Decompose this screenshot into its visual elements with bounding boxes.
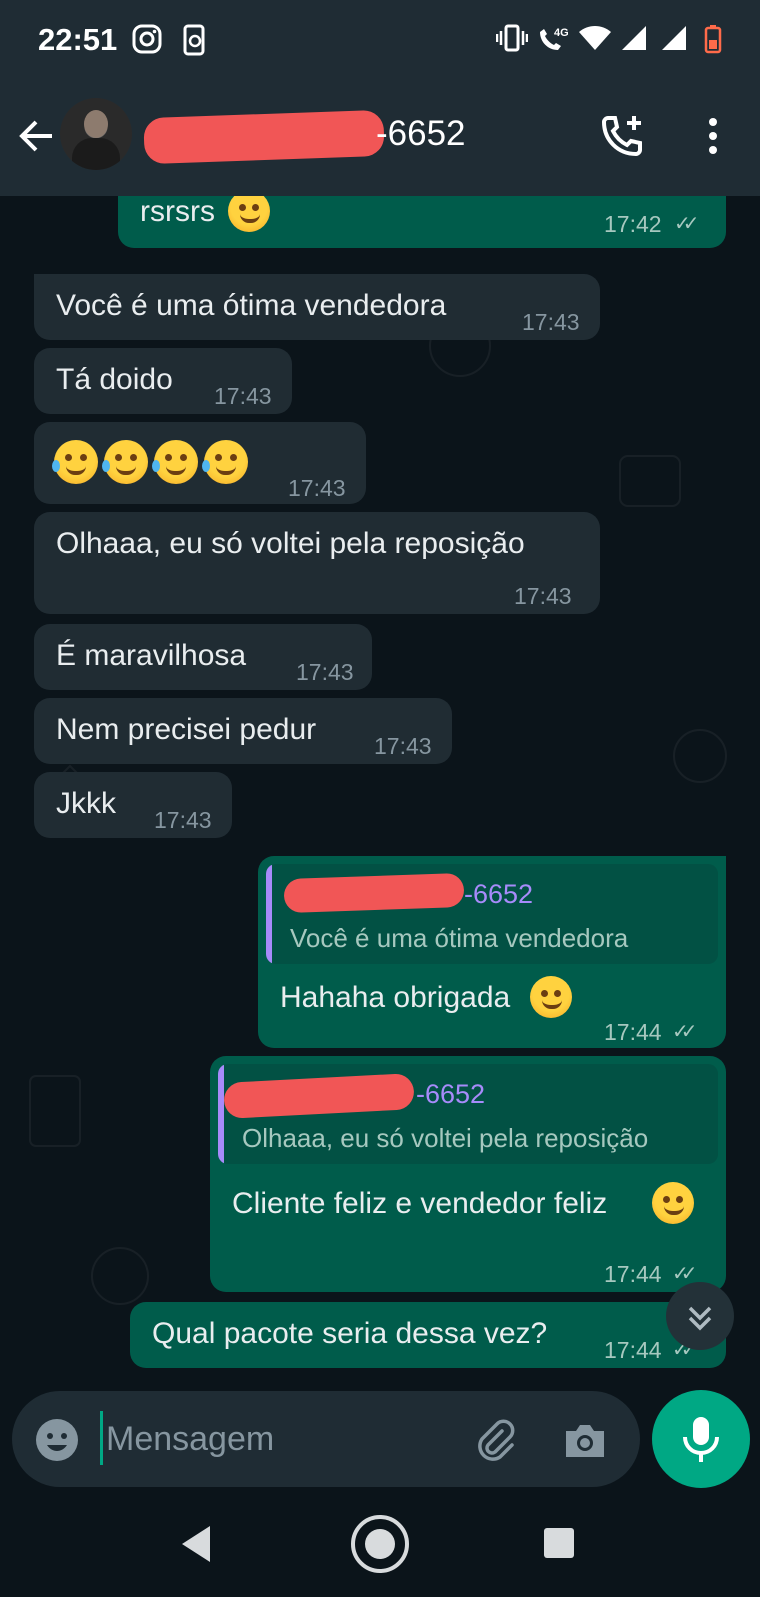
message-text: É maravilhosa — [56, 639, 247, 672]
message-bubble-incoming[interactable]: Olhaaa, eu só voltei pela reposição 17:4… — [34, 512, 600, 614]
instagram-icon — [132, 24, 162, 54]
message-time: 17:43 — [288, 475, 346, 501]
chat-header: -6652 — [0, 84, 760, 196]
battery-low-icon — [704, 25, 722, 54]
message-bubble-incoming[interactable]: Tá doido 17:43 — [34, 348, 292, 414]
quoted-sender: -6652 — [464, 879, 534, 909]
quoted-message[interactable]: -6652 Olhaaa, eu só voltei pela reposiçã… — [218, 1064, 718, 1164]
contact-name[interactable]: -6652 — [376, 114, 466, 154]
message-text: Cliente feliz e vendedor feliz — [232, 1187, 608, 1220]
message-time: 17:44 — [604, 1337, 662, 1363]
laughing-tears-emoji-icon — [102, 440, 148, 484]
read-ticks-icon: ✓✓ — [672, 1021, 697, 1043]
double-chevron-down-icon — [688, 1306, 712, 1331]
message-time: 17:44 — [604, 1261, 662, 1287]
voice-message-button[interactable] — [652, 1390, 750, 1488]
emoji-icon[interactable] — [34, 1417, 80, 1463]
message-input[interactable] — [106, 1411, 446, 1467]
message-composer — [12, 1391, 640, 1487]
message-text: Tá doido — [56, 363, 173, 396]
laughing-tears-emoji-icon — [52, 440, 98, 484]
redacted-name — [283, 872, 465, 914]
quoted-text: Olhaaa, eu só voltei pela reposição — [242, 1123, 649, 1153]
message-time: 17:43 — [522, 309, 580, 335]
microphone-icon — [683, 1417, 719, 1462]
message-bubble-incoming[interactable]: É maravilhosa 17:43 — [34, 624, 372, 690]
signal-icon — [622, 26, 646, 50]
quoted-sender: -6652 — [416, 1079, 486, 1109]
message-time: 17:43 — [214, 383, 272, 409]
message-bubble-outgoing[interactable]: -6652 Olhaaa, eu só voltei pela reposiçã… — [210, 1056, 726, 1292]
read-ticks-icon: ✓✓ — [674, 213, 699, 235]
system-navigation-bar — [0, 1490, 760, 1597]
message-bubble-incoming[interactable]: Você é uma ótima vendedora 17:43 — [34, 274, 600, 340]
vibrate-icon — [496, 24, 528, 52]
attach-icon[interactable] — [472, 1417, 518, 1463]
message-bubble-incoming[interactable]: 17:43 — [34, 422, 366, 504]
avatar[interactable] — [60, 98, 132, 170]
message-bubble-incoming[interactable]: Nem precisei pedur 17:43 — [34, 698, 452, 764]
message-text: Qual pacote seria dessa vez? — [152, 1317, 548, 1350]
message-bubble-outgoing[interactable]: rsrsrs 17:42 ✓✓ — [118, 196, 726, 248]
chat-area[interactable]: rsrsrs 17:42 ✓✓ Você é uma ótima vendedo… — [0, 196, 760, 1386]
nav-home-icon[interactable] — [348, 1512, 412, 1576]
message-time: 17:43 — [374, 733, 432, 759]
add-call-icon[interactable] — [600, 112, 648, 160]
message-time: 17:43 — [514, 583, 572, 609]
nav-recents-icon[interactable] — [542, 1526, 576, 1560]
message-text: Hahaha obrigada — [280, 981, 511, 1014]
message-text: rsrsrs — [140, 196, 215, 228]
status-time: 22:51 — [38, 22, 118, 57]
phone-sync-icon — [183, 24, 205, 56]
more-options-icon[interactable] — [700, 112, 726, 160]
signal-icon — [662, 26, 686, 50]
message-text: Olhaaa, eu só voltei pela reposição — [56, 527, 525, 560]
message-bubble-incoming[interactable]: Jkkk 17:43 — [34, 772, 232, 838]
quoted-text: Você é uma ótima vendedora — [290, 923, 629, 953]
text-caret — [100, 1411, 103, 1465]
svg-text:4G: 4G — [554, 27, 569, 39]
laughing-tears-emoji-icon — [202, 440, 248, 484]
smirking-face-emoji-icon — [530, 976, 572, 1018]
laughing-tears-emoji-icon — [152, 440, 198, 484]
status-bar: 22:51 4G — [0, 0, 760, 84]
message-time: 17:43 — [296, 659, 354, 685]
grinning-face-emoji-icon — [652, 1182, 694, 1224]
redacted-name — [223, 1073, 415, 1119]
wifi-icon — [579, 26, 611, 50]
volte-4g-icon: 4G — [540, 27, 569, 50]
message-text: Você é uma ótima vendedora — [56, 289, 447, 322]
quoted-message[interactable]: -6652 Você é uma ótima vendedora — [266, 864, 718, 964]
upside-down-face-emoji-icon — [228, 196, 270, 232]
message-time: 17:44 — [604, 1019, 662, 1045]
scroll-to-bottom-button[interactable] — [666, 1282, 734, 1350]
message-text: Nem precisei pedur — [56, 713, 317, 746]
message-time: 17:42 — [604, 211, 662, 237]
back-arrow-icon[interactable] — [14, 114, 58, 158]
nav-back-icon[interactable] — [178, 1524, 214, 1564]
redacted-name — [143, 109, 385, 165]
camera-icon[interactable] — [562, 1417, 608, 1463]
message-text: Jkkk — [56, 787, 116, 820]
message-time: 17:43 — [154, 807, 212, 833]
message-bubble-outgoing[interactable]: -6652 Você é uma ótima vendedora Hahaha … — [258, 856, 726, 1048]
message-bubble-outgoing[interactable]: Qual pacote seria dessa vez? 17:44 ✓✓ — [130, 1302, 726, 1368]
